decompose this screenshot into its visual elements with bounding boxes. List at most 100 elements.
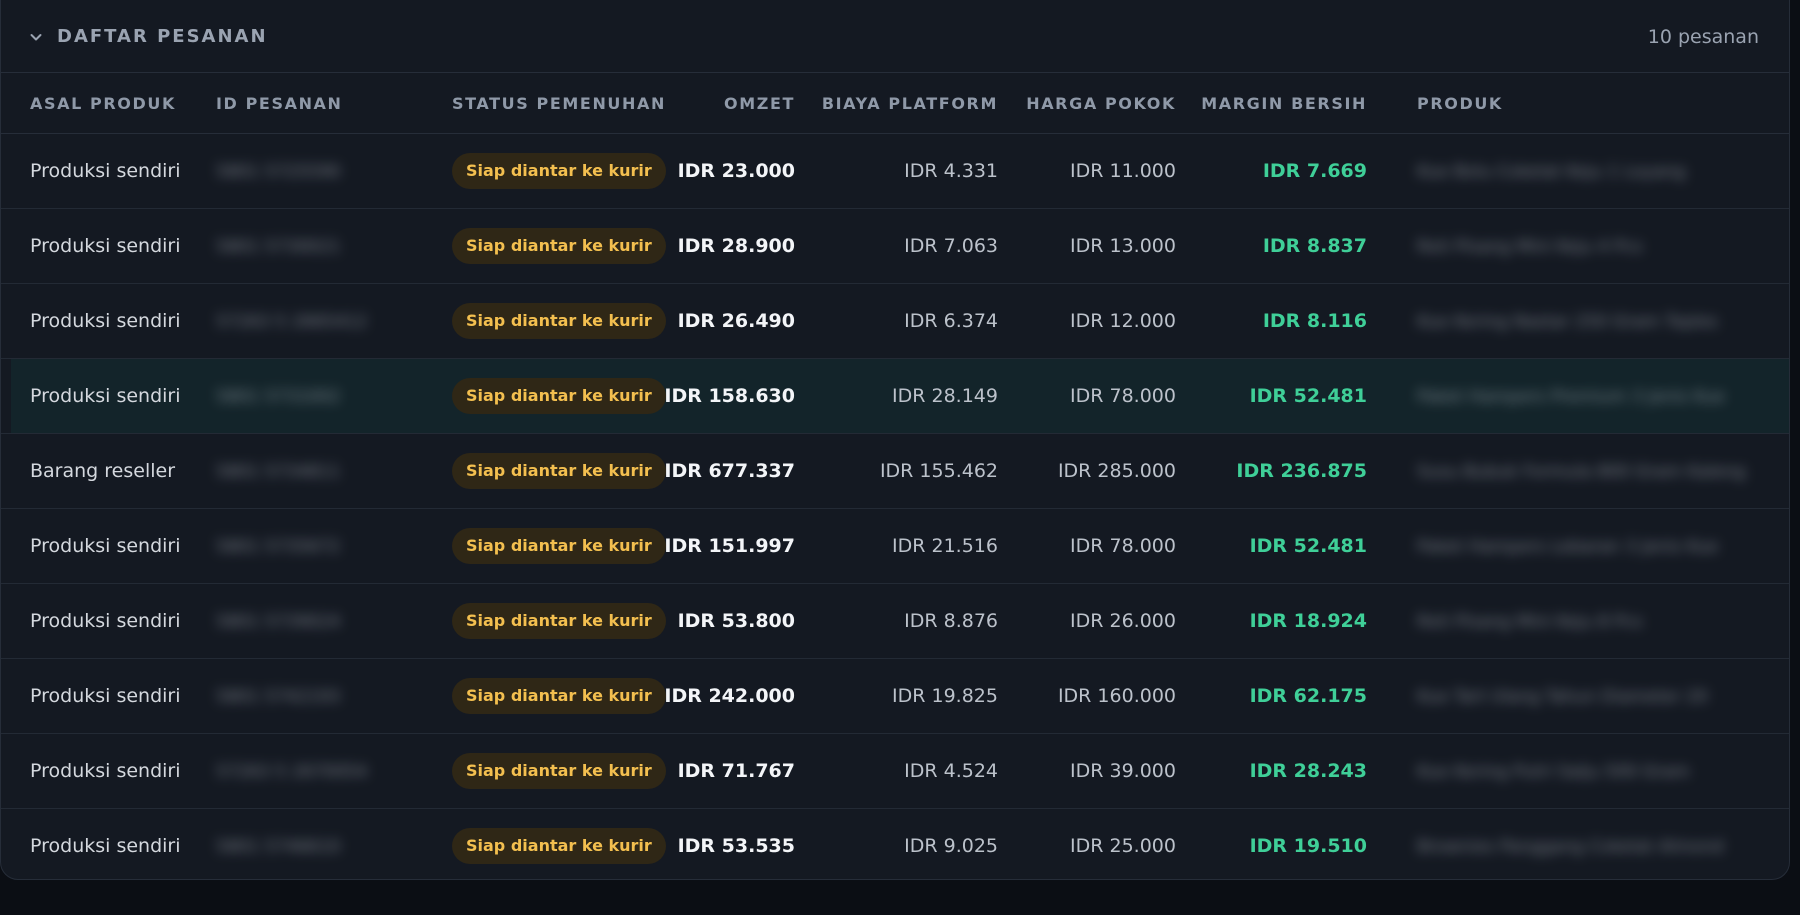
origin-text: Produksi sendiri bbox=[30, 235, 181, 257]
margin-cell: IDR 18.924 bbox=[1197, 583, 1388, 659]
platform-fee-value: IDR 8.876 bbox=[904, 610, 998, 632]
product-name[interactable]: Kue Tart Ulang Tahun Diameter 20 bbox=[1417, 687, 1708, 707]
table-row[interactable]: Barang reseller 5801 5734811 Siap diantar … bbox=[1, 433, 1789, 509]
product-name[interactable]: Roti Pisang Mini Keju 4 Pcs bbox=[1417, 237, 1643, 257]
table-row[interactable]: Produksi sendiri 5801 5739024 Siap diantar… bbox=[1, 583, 1789, 659]
product-cell[interactable]: Kue Kering Nastar 250 Gram Toples bbox=[1388, 283, 1789, 359]
revenue-cell: IDR 151.997 bbox=[663, 508, 816, 584]
column-header-cost[interactable]: HARGA POKOK bbox=[1019, 73, 1197, 134]
product-cell[interactable]: Kue Tart Ulang Tahun Diameter 20 bbox=[1388, 658, 1789, 734]
origin-text: Produksi sendiri bbox=[30, 310, 181, 332]
status-badge: Siap diantar ke kurir bbox=[452, 303, 666, 339]
order-id-cell[interactable]: 5801 5734811 bbox=[187, 433, 423, 509]
product-cell[interactable]: Roti Pisang Mini Keju 4 Pcs bbox=[1388, 208, 1789, 284]
column-header-origin[interactable]: ASAL PRODUK bbox=[1, 73, 187, 134]
table-row[interactable]: Produksi sendiri 5801 5731002 Siap diantar… bbox=[1, 358, 1789, 434]
chevron-down-icon[interactable] bbox=[29, 30, 43, 44]
margin-value: IDR 236.875 bbox=[1236, 460, 1367, 482]
order-id-cell[interactable]: 5801 5730021 bbox=[187, 208, 423, 284]
margin-value: IDR 28.243 bbox=[1249, 760, 1367, 782]
order-id-text[interactable]: 5801 5734811 bbox=[216, 462, 340, 482]
product-name[interactable]: Paket Hampers Lebaran 3 Jenis Kue bbox=[1417, 537, 1718, 557]
product-cell[interactable]: Kue Kering Putri Salju 500 Gram bbox=[1388, 733, 1789, 809]
table-row[interactable]: Produksi sendiri 5801 5746610 Siap diantar… bbox=[1, 809, 1789, 880]
order-id-text[interactable]: 57263 5 2670054 bbox=[216, 762, 367, 782]
product-cell[interactable]: Susu Bubuk Formula 800 Gram Kaleng bbox=[1388, 433, 1789, 509]
order-id-text[interactable]: 5801 5739024 bbox=[216, 612, 340, 632]
status-cell: Siap diantar ke kurir bbox=[423, 508, 666, 584]
panel-header-left[interactable]: DAFTAR PESANAN bbox=[29, 26, 268, 47]
product-name[interactable]: Roti Pisang Mini Keju 8 Pcs bbox=[1417, 612, 1643, 632]
column-header-margin[interactable]: MARGIN BERSIH bbox=[1197, 73, 1388, 134]
order-id-cell[interactable]: 57263 5 2665412 bbox=[187, 283, 423, 359]
order-id-cell[interactable]: 5801 5725590 bbox=[187, 133, 423, 209]
product-cell[interactable]: Paket Hampers Premium 3 Jenis Kue bbox=[1388, 358, 1789, 434]
origin-text: Produksi sendiri bbox=[30, 385, 181, 407]
revenue-cell: IDR 23.000 bbox=[663, 133, 816, 209]
table-row[interactable]: Produksi sendiri 57263 5 2665412 Siap dian… bbox=[1, 283, 1789, 359]
order-id-text[interactable]: 5801 5730021 bbox=[216, 237, 340, 257]
platform-fee-value: IDR 6.374 bbox=[904, 310, 998, 332]
revenue-value: IDR 158.630 bbox=[664, 385, 795, 407]
product-name[interactable]: Kue Kering Nastar 250 Gram Toples bbox=[1417, 312, 1718, 332]
origin-cell: Produksi sendiri bbox=[1, 133, 187, 209]
order-id-text[interactable]: 5801 5731002 bbox=[216, 387, 340, 407]
product-cell[interactable]: Paket Hampers Lebaran 3 Jenis Kue bbox=[1388, 508, 1789, 584]
status-cell: Siap diantar ke kurir bbox=[423, 283, 666, 359]
order-id-text[interactable]: 5801 5746610 bbox=[216, 837, 340, 857]
status-badge: Siap diantar ke kurir bbox=[452, 378, 666, 414]
revenue-value: IDR 26.490 bbox=[677, 310, 795, 332]
order-id-cell[interactable]: 5801 5746610 bbox=[187, 809, 423, 880]
product-name[interactable]: Kue Bolu Cokelat Keju 1 Loyang bbox=[1417, 162, 1686, 182]
margin-value: IDR 19.510 bbox=[1249, 835, 1367, 857]
margin-value: IDR 52.481 bbox=[1249, 535, 1367, 557]
column-header-platform-fee[interactable]: BIAYA PLATFORM bbox=[816, 73, 1019, 134]
product-name[interactable]: Brownies Panggang Cokelat Almond bbox=[1417, 837, 1724, 857]
cost-cell: IDR 78.000 bbox=[1019, 508, 1197, 584]
origin-cell: Produksi sendiri bbox=[1, 358, 187, 434]
order-id-cell[interactable]: 5801 5735672 bbox=[187, 508, 423, 584]
margin-value: IDR 8.116 bbox=[1262, 310, 1367, 332]
table-row[interactable]: Produksi sendiri 5801 5735672 Siap diantar… bbox=[1, 508, 1789, 584]
margin-cell: IDR 8.837 bbox=[1197, 208, 1388, 284]
table-row[interactable]: Produksi sendiri 5801 5730021 Siap diantar… bbox=[1, 208, 1789, 284]
table-body: Produksi sendiri 5801 5725590 Siap diantar… bbox=[1, 133, 1789, 880]
column-header-order-id[interactable]: ID PESANAN bbox=[187, 73, 423, 134]
revenue-value: IDR 151.997 bbox=[664, 535, 795, 557]
orders-panel: DAFTAR PESANAN 10 pesanan ASAL PRODUK ID… bbox=[0, 0, 1790, 880]
order-id-cell[interactable]: 5801 5731002 bbox=[187, 358, 423, 434]
table-row[interactable]: Produksi sendiri 5801 5725590 Siap diantar… bbox=[1, 133, 1789, 209]
cost-value: IDR 78.000 bbox=[1070, 385, 1176, 407]
revenue-cell: IDR 28.900 bbox=[663, 208, 816, 284]
column-header-status[interactable]: STATUS PEMENUHAN bbox=[423, 73, 664, 134]
order-id-text[interactable]: 5801 5735672 bbox=[216, 537, 340, 557]
order-id-cell[interactable]: 5801 5742193 bbox=[187, 658, 423, 734]
order-id-text[interactable]: 5801 5742193 bbox=[216, 687, 340, 707]
status-badge: Siap diantar ke kurir bbox=[452, 828, 666, 864]
panel-header[interactable]: DAFTAR PESANAN 10 pesanan bbox=[1, 0, 1789, 73]
cost-cell: IDR 39.000 bbox=[1019, 733, 1197, 809]
order-id-text[interactable]: 57263 5 2665412 bbox=[216, 312, 367, 332]
cost-value: IDR 25.000 bbox=[1070, 835, 1176, 857]
product-cell[interactable]: Kue Bolu Cokelat Keju 1 Loyang bbox=[1388, 133, 1789, 209]
order-id-cell[interactable]: 57263 5 2670054 bbox=[187, 733, 423, 809]
column-header-revenue[interactable]: OMZET bbox=[663, 73, 816, 134]
table-row[interactable]: Produksi sendiri 57263 5 2670054 Siap dian… bbox=[1, 733, 1789, 809]
platform-fee-value: IDR 4.524 bbox=[904, 760, 998, 782]
cost-cell: IDR 12.000 bbox=[1019, 283, 1197, 359]
status-badge: Siap diantar ke kurir bbox=[452, 753, 666, 789]
product-cell[interactable]: Brownies Panggang Cokelat Almond bbox=[1388, 809, 1789, 880]
table-row[interactable]: Produksi sendiri 5801 5742193 Siap diantar… bbox=[1, 658, 1789, 734]
table-header-row: ASAL PRODUK ID PESANAN STATUS PEMENUHAN … bbox=[1, 73, 1789, 134]
order-id-cell[interactable]: 5801 5739024 bbox=[187, 583, 423, 659]
column-header-product[interactable]: PRODUK bbox=[1388, 73, 1789, 134]
status-badge: Siap diantar ke kurir bbox=[452, 228, 666, 264]
product-name[interactable]: Paket Hampers Premium 3 Jenis Kue bbox=[1417, 387, 1725, 407]
margin-cell: IDR 52.481 bbox=[1197, 508, 1388, 584]
product-name[interactable]: Susu Bubuk Formula 800 Gram Kaleng bbox=[1417, 462, 1745, 482]
product-cell[interactable]: Roti Pisang Mini Keju 8 Pcs bbox=[1388, 583, 1789, 659]
order-id-text[interactable]: 5801 5725590 bbox=[216, 162, 340, 182]
revenue-cell: IDR 53.800 bbox=[663, 583, 816, 659]
cost-value: IDR 39.000 bbox=[1070, 760, 1176, 782]
product-name[interactable]: Kue Kering Putri Salju 500 Gram bbox=[1417, 762, 1690, 782]
